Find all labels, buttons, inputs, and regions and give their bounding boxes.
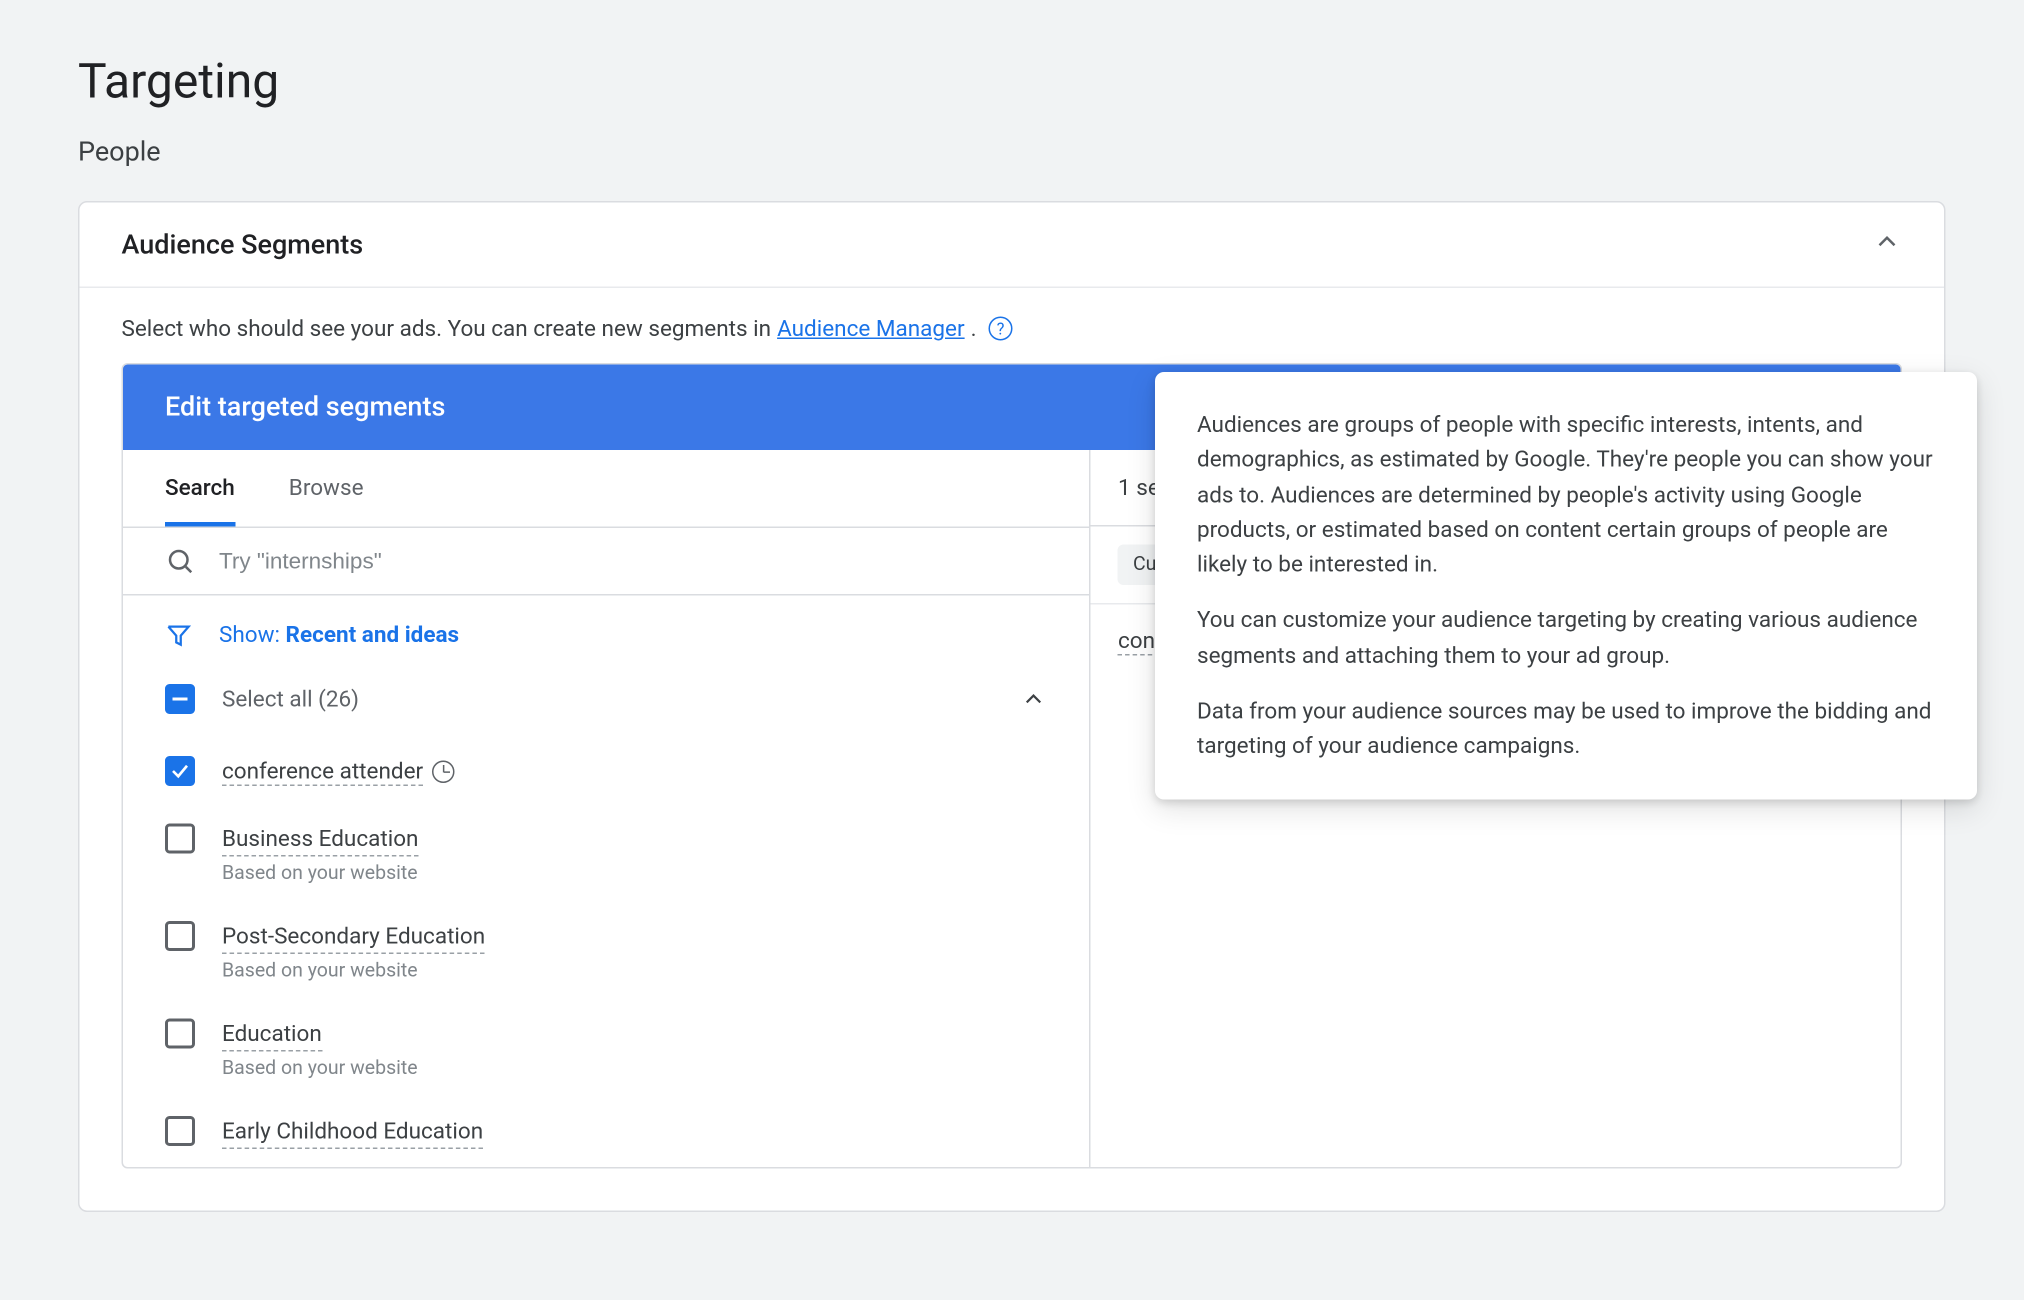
filter-show-label: Show: — [219, 621, 286, 648]
search-icon — [165, 546, 195, 576]
segment-subtitle: Based on your website — [222, 863, 418, 886]
list-item[interactable]: Education Based on your website — [123, 1001, 1089, 1099]
chevron-up-icon[interactable] — [1020, 686, 1047, 713]
list-item[interactable]: Post-Secondary Education Based on your we… — [123, 903, 1089, 1001]
segment-checkbox[interactable] — [165, 1019, 195, 1049]
list-item[interactable]: Early Childhood Education — [123, 1098, 1089, 1167]
segment-subtitle: Based on your website — [222, 960, 485, 983]
segment-checkbox[interactable] — [165, 1116, 195, 1146]
instruction-row: Select who should see your ads. You can … — [80, 288, 1945, 363]
tooltip-p3: Data from your audience sources may be u… — [1197, 694, 1935, 764]
page-subtitle: People — [78, 137, 1946, 169]
select-all-label: Select all (26) — [222, 686, 359, 713]
list-item[interactable]: Business Education Based on your website — [123, 806, 1089, 904]
card-header[interactable]: Audience Segments — [80, 203, 1945, 289]
chevron-up-icon — [1872, 227, 1902, 263]
list-item[interactable]: conference attender — [123, 738, 1089, 806]
segment-title: Early Childhood Education — [222, 1116, 483, 1149]
clock-icon — [432, 761, 455, 784]
segment-title: Business Education — [222, 824, 418, 857]
tab-browse[interactable]: Browse — [289, 450, 364, 527]
audience-manager-link[interactable]: Audience Manager — [777, 315, 965, 342]
filter-row[interactable]: Show: Recent and ideas — [123, 596, 1089, 661]
page-title: Targeting — [78, 53, 1946, 110]
segment-subtitle: Based on your website — [222, 1058, 418, 1081]
select-all-row: Select all (26) — [123, 660, 1089, 738]
tab-search[interactable]: Search — [165, 450, 235, 527]
segment-checkbox[interactable] — [165, 824, 195, 854]
segment-title: conference attender — [222, 758, 423, 787]
segment-list: conference attender Business Education Bas… — [123, 738, 1089, 1167]
instruction-text: Select who should see your ads. You can … — [122, 315, 772, 342]
left-pane: Search Browse Show: Re — [123, 450, 1091, 1167]
select-all-checkbox[interactable] — [165, 684, 195, 714]
tooltip-p2: You can customize your audience targetin… — [1197, 603, 1935, 673]
search-row — [123, 528, 1089, 596]
search-input[interactable] — [216, 547, 1047, 576]
tabs: Search Browse — [123, 450, 1089, 528]
filter-icon — [165, 620, 192, 647]
card-title: Audience Segments — [122, 229, 364, 261]
filter-show-value: Recent and ideas — [286, 621, 460, 648]
tooltip-p1: Audiences are groups of people with spec… — [1197, 408, 1935, 582]
segment-checkbox[interactable] — [165, 921, 195, 951]
help-icon[interactable]: ? — [989, 317, 1013, 341]
segment-checkbox[interactable] — [165, 756, 195, 786]
instruction-post: . — [971, 315, 977, 342]
segment-title: Education — [222, 1019, 322, 1052]
help-tooltip: Audiences are groups of people with spec… — [1155, 372, 1977, 800]
segment-title: Post-Secondary Education — [222, 921, 485, 954]
